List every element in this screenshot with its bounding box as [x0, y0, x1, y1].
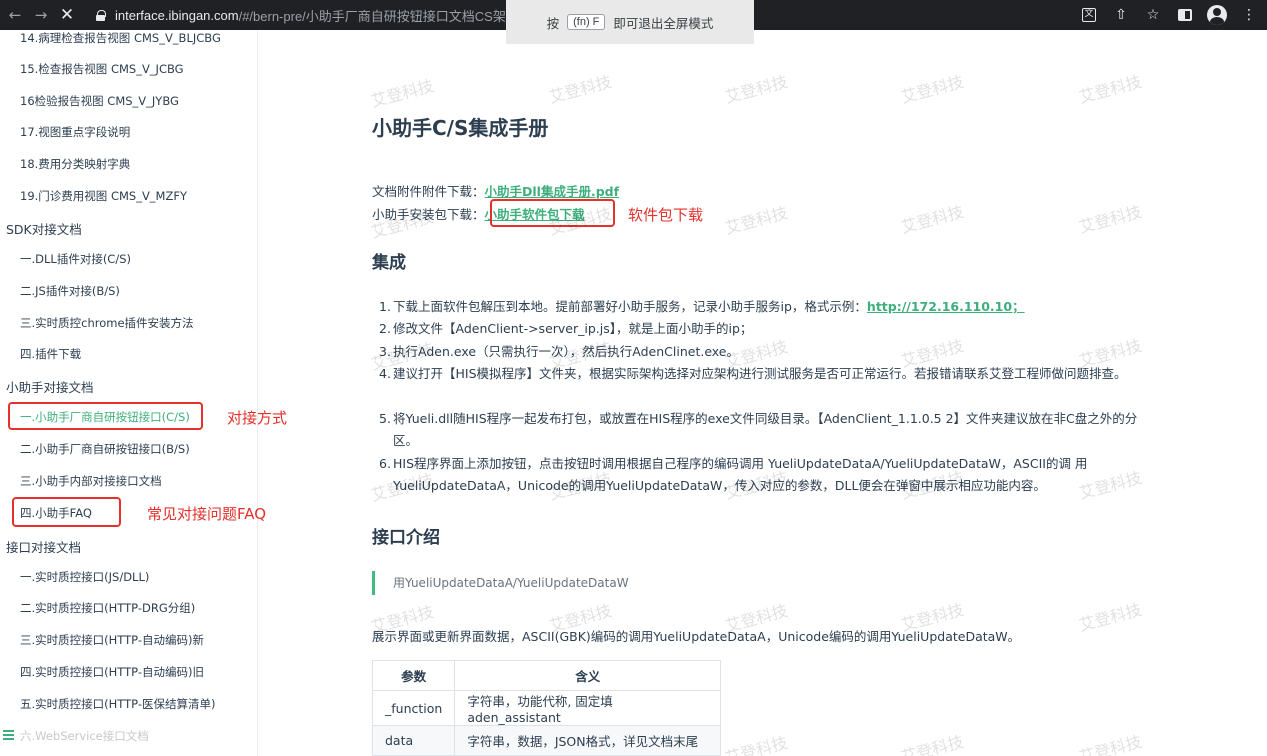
annotation-box-download	[490, 199, 615, 227]
sidebar-item[interactable]: 三.实时质控chrome插件安装方法	[20, 315, 194, 331]
table-cell: 字符串，数据，JSON格式，详见文档末尾	[454, 725, 722, 756]
server-ip-link[interactable]: http://172.16.110.10；	[867, 299, 1025, 314]
sidebar-item[interactable]: 五.实时质控接口(HTTP-医保结算清单)	[20, 696, 215, 712]
table-header: 含义	[454, 660, 722, 691]
sidebar-item[interactable]: 四.插件下载	[20, 346, 81, 362]
table-header-row: 参数 含义	[371, 660, 722, 691]
sidebar-item[interactable]: 17.视图重点字段说明	[20, 124, 130, 140]
list-item: 6. HIS程序界面上添加按钮，点击按钮时调用根据自己程序的编码调用 Yueli…	[379, 453, 1159, 497]
sidebar-item[interactable]: 二.JS插件对接(B/S)	[20, 283, 120, 299]
stop-loading-icon[interactable]: ✕	[56, 4, 78, 26]
annotation-faq: 常见对接问题FAQ	[147, 505, 267, 523]
list-number: 6.	[379, 456, 391, 471]
sidebar-item[interactable]: 四.实时质控接口(HTTP-自动编码)旧	[20, 664, 204, 680]
sidebar-nav: 14.病理检查报告视图 CMS_V_BLJCBG 15.检查报告视图 CMS_V…	[0, 30, 258, 756]
api-description: 展示界面或更新界面数据，ASCII(GBK)编码的调用YueliUpdateDa…	[372, 629, 1021, 644]
sidebar-item[interactable]: 二.小助手厂商自研按钮接口(B/S)	[20, 441, 190, 457]
table-cell: 字符串，功能代称, 固定填 aden_assistant	[454, 690, 722, 726]
sidebar-group-assistant[interactable]: 小助手对接文档	[6, 377, 94, 396]
list-item: 3. 执行Aden.exe（只需执行一次），然后执行AdenClinet.exe…	[379, 341, 1159, 363]
attachment-label: 文档附件附件下载：	[372, 184, 485, 199]
sidebar-item[interactable]: 14.病理检查报告视图 CMS_V_BLJCBG	[20, 30, 221, 46]
lock-icon	[96, 9, 106, 21]
sidebar-item[interactable]: 一.实时质控接口(JS/DLL)	[20, 569, 149, 585]
address-bar[interactable]: interface.ibingan.com /#/bern-pre/小助手厂商自…	[96, 3, 519, 27]
list-text: HIS程序界面上添加按钮，点击按钮时调用根据自己程序的编码调用 YueliUpd…	[393, 456, 1088, 493]
list-item: 2. 修改文件【AdenClient->server_ip.js】，就是上面小助…	[379, 318, 1159, 340]
url-path: /#/bern-pre/小助手厂商自研按钮接口文档CS架构	[238, 8, 519, 24]
bookmark-star-icon[interactable]: ☆	[1143, 5, 1163, 25]
attachment-link[interactable]: 小助手Dll集成手册.pdf	[485, 184, 620, 199]
section-heading-api: 接口介绍	[372, 528, 440, 548]
page-title: 小助手C/S集成手册	[372, 116, 549, 140]
sidebar-item[interactable]: 六.WebService接口文档	[20, 728, 149, 744]
list-text: 执行Aden.exe（只需执行一次），然后执行AdenClinet.exe。	[393, 344, 739, 359]
sidebar-item[interactable]: 三.小助手内部对接接口文档	[20, 473, 162, 489]
table-header: 参数	[371, 660, 456, 691]
sidebar-item[interactable]: 一.DLL插件对接(C/S)	[20, 251, 131, 267]
sidebar-item[interactable]: 三.实时质控接口(HTTP-自动编码)新	[20, 632, 204, 648]
list-item: 4. 建议打开【HIS模拟程序】文件夹，根据实际架构选择对应架构进行测试服务是否…	[379, 363, 1159, 385]
annotation-box-faq	[12, 497, 121, 527]
table-row: _function 字符串，功能代称, 固定填 aden_assistant	[371, 690, 722, 726]
url-host: interface.ibingan.com	[115, 7, 239, 23]
table-cell: data	[371, 725, 456, 756]
share-icon[interactable]: ⇧	[1111, 5, 1131, 25]
table-row: data 字符串，数据，JSON格式，详见文档末尾	[371, 725, 722, 756]
fullscreen-key: (fn) F	[567, 14, 606, 30]
sidebar-item[interactable]: 二.实时质控接口(HTTP-DRG分组)	[20, 600, 195, 616]
fullscreen-hint-text: 即可退出全屏模式	[613, 16, 714, 31]
sidebar-item[interactable]: 15.检查报告视图 CMS_V_JCBG	[20, 61, 184, 77]
annotation-box-method	[8, 402, 203, 430]
list-number: 4.	[379, 366, 391, 381]
table-cell: _function	[371, 690, 456, 726]
attachment-line: 文档附件附件下载：小助手Dll集成手册.pdf	[372, 181, 619, 200]
list-number: 1.	[379, 299, 391, 314]
sidebar-item[interactable]: 19.门诊费用视图 CMS_V_MZFY	[20, 188, 187, 204]
list-text: 建议打开【HIS模拟程序】文件夹，根据实际架构选择对应架构进行测试服务是否可正常…	[393, 366, 1127, 381]
annotation-download: 软件包下载	[628, 206, 704, 224]
sidebar-item[interactable]: 16检验报告视图 CMS_V_JYBG	[20, 93, 179, 109]
tip-block: 用YueliUpdateDataA/YueliUpdateDataW	[372, 571, 629, 595]
list-text: 将Yueli.dll随HIS程序一起发布打包，或放置在HIS程序的exe文件同级…	[393, 411, 1138, 448]
install-label: 小助手安装包下载：	[372, 207, 485, 222]
list-text: 下载上面软件包解压到本地。提前部署好小助手服务，记录小助手服务ip，格式示例：	[393, 299, 867, 314]
list-number: 5.	[379, 411, 391, 426]
sidebar-group-sdk[interactable]: SDK对接文档	[6, 219, 82, 238]
list-item: 1. 下载上面软件包解压到本地。提前部署好小助手服务，记录小助手服务ip，格式示…	[379, 296, 1159, 318]
list-text: 修改文件【AdenClient->server_ip.js】，就是上面小助手的i…	[393, 321, 753, 336]
list-number: 3.	[379, 344, 391, 359]
translate-icon[interactable]: 文	[1079, 5, 1099, 25]
sidebar-group-api[interactable]: 接口对接文档	[6, 537, 81, 556]
list-item: 5. 将Yueli.dll随HIS程序一起发布打包，或放置在HIS程序的exe文…	[379, 408, 1159, 452]
fullscreen-hint-text: 按	[546, 16, 560, 31]
main-content: 小助手C/S集成手册 文档附件附件下载：小助手Dll集成手册.pdf 小助手安装…	[258, 30, 1267, 756]
section-heading-integration: 集成	[372, 253, 406, 273]
params-table: 参数 含义 _function 字符串，功能代称, 固定填 aden_assis…	[371, 660, 722, 756]
forward-arrow-icon[interactable]: →	[30, 4, 52, 26]
menu-toggle-icon[interactable]	[3, 730, 14, 740]
back-arrow-icon[interactable]: ←	[4, 4, 26, 26]
side-panel-icon[interactable]	[1175, 5, 1195, 25]
sidebar-item[interactable]: 18.费用分类映射字典	[20, 156, 130, 172]
list-number: 2.	[379, 321, 391, 336]
more-menu-icon[interactable]: ⋮	[1239, 5, 1259, 25]
profile-icon[interactable]	[1207, 5, 1227, 25]
